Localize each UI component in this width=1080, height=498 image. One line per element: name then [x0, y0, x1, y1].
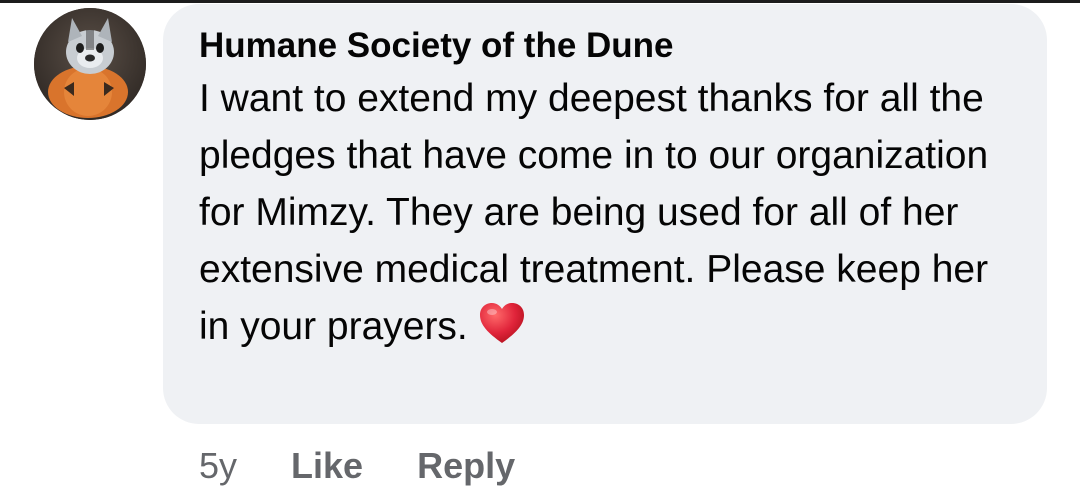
comment: Humane Society of the Dune I want to ext…: [0, 0, 1080, 498]
red-heart-icon: [479, 303, 524, 343]
comment-text: I want to extend my deepest thanks for a…: [199, 68, 999, 355]
like-button[interactable]: Like: [291, 444, 363, 488]
comment-author[interactable]: Humane Society of the Dune: [199, 24, 1013, 68]
avatar[interactable]: [34, 8, 146, 120]
comment-text-content: I want to extend my deepest thanks for a…: [199, 77, 989, 348]
avatar-image: [34, 8, 146, 120]
comment-actions: 5y Like Reply: [199, 444, 569, 488]
comment-bubble: Humane Society of the Dune I want to ext…: [163, 4, 1047, 424]
comment-timestamp[interactable]: 5y: [199, 444, 237, 488]
reply-button[interactable]: Reply: [417, 444, 515, 488]
